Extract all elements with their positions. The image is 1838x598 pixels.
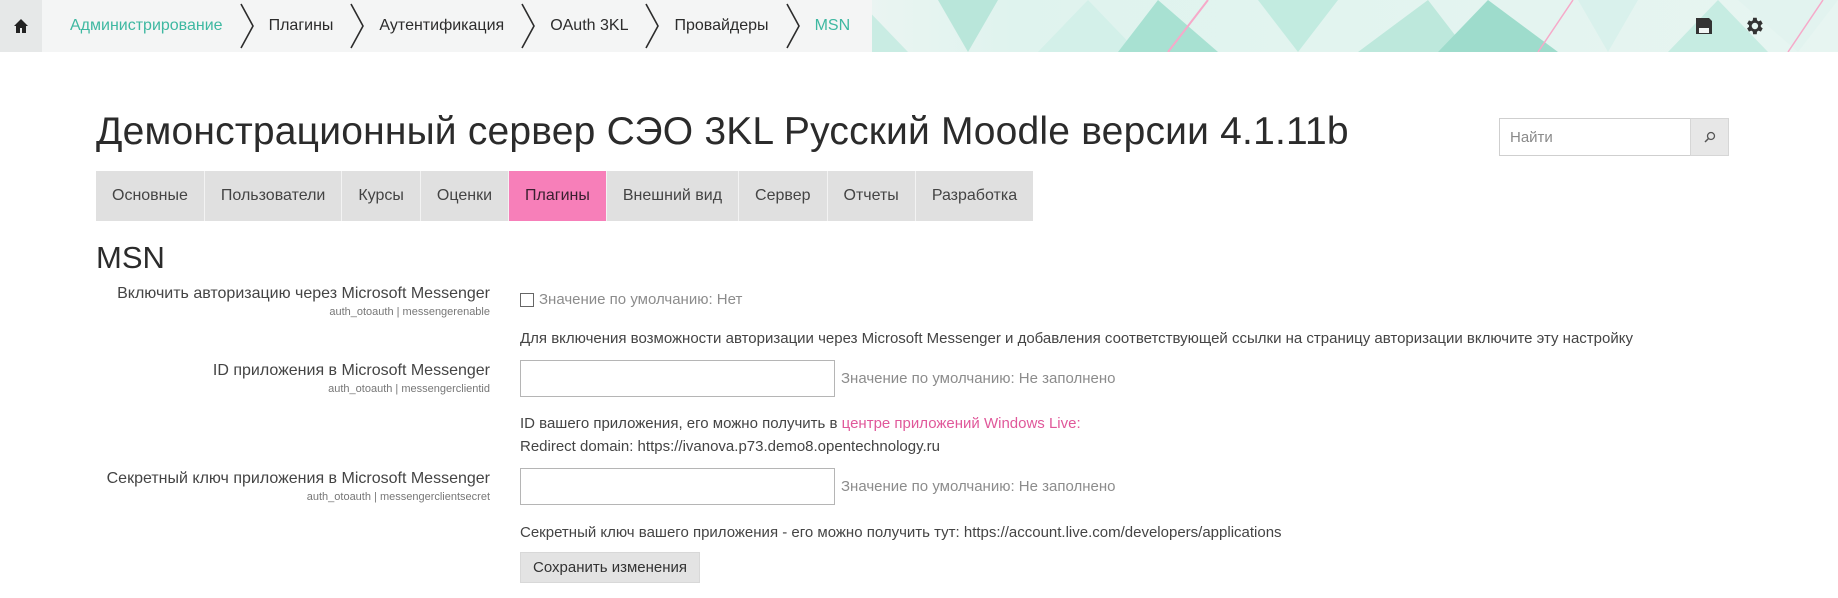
tab-item[interactable]: Курсы	[342, 171, 421, 221]
breadcrumb-separator-icon	[645, 3, 660, 49]
default-value: Значение по умолчанию: Не заполнено	[841, 370, 1116, 387]
home-button[interactable]	[0, 0, 42, 52]
tab-item[interactable]: Плагины	[509, 171, 607, 221]
enable-checkbox[interactable]	[520, 293, 534, 307]
breadcrumb: Администрирование Плагины Аутентификация OA…	[42, 0, 873, 52]
save-icon-button[interactable]	[1692, 14, 1716, 38]
tab-item[interactable]: Отчеты	[828, 171, 916, 221]
decorative-pattern	[738, 0, 1838, 52]
breadcrumb-item[interactable]: Провайдеры	[674, 17, 782, 35]
breadcrumb-separator-icon	[785, 3, 800, 49]
top-navbar: Администрирование Плагины Аутентификация OA…	[0, 0, 1838, 52]
tab-item[interactable]: Пользователи	[205, 171, 343, 221]
client-id-input[interactable]	[520, 360, 835, 397]
setting-key: auth_otoauth | messengerenable	[329, 306, 490, 318]
redirect-domain: Redirect domain: https://ivanova.p73.dem…	[520, 438, 940, 455]
search-button[interactable]	[1690, 118, 1729, 156]
windows-live-link[interactable]: центре приложений Windows Live:	[842, 415, 1081, 432]
setting-key: auth_otoauth | messengerclientid	[328, 383, 490, 395]
home-icon	[14, 19, 28, 33]
breadcrumb-item[interactable]: Администрирование	[42, 17, 237, 35]
site-title: Демонстрационный сервер СЭО 3KL Русский …	[96, 110, 1349, 153]
breadcrumb-separator-icon	[521, 3, 536, 49]
tab-item[interactable]: Оценки	[421, 171, 510, 221]
section-title: MSN	[96, 240, 165, 275]
floppy-disk-icon	[1696, 18, 1712, 34]
default-value: Значение по умолчанию: Нет	[539, 291, 743, 308]
description-text: ID вашего приложения, его можно получить…	[520, 415, 842, 432]
tab-item[interactable]: Внешний вид	[607, 171, 740, 221]
breadcrumb-separator-icon	[239, 3, 254, 49]
save-changes-button[interactable]: Сохранить изменения	[520, 552, 701, 583]
tab-item[interactable]: Разработка	[916, 171, 1033, 221]
default-value: Значение по умолчанию: Не заполнено	[841, 478, 1116, 495]
tab-item[interactable]: Основные	[96, 171, 205, 221]
setting-description: Секретный ключ вашего приложения - его м…	[520, 524, 1282, 541]
breadcrumb-item[interactable]: Аутентификация	[379, 17, 518, 35]
admin-tabs: Основные Пользователи Курсы Оценки Плагины Вн…	[96, 171, 1034, 221]
breadcrumb-separator-icon	[350, 3, 365, 49]
breadcrumb-item[interactable]: MSN	[815, 17, 865, 35]
setting-description: Для включения возможности авторизации че…	[520, 330, 1633, 347]
setting-label: Секретный ключ приложения в Microsoft Me…	[106, 470, 490, 487]
setting-label: ID приложения в Microsoft Messenger	[212, 362, 490, 379]
search-icon	[1703, 131, 1715, 143]
client-secret-input[interactable]	[520, 468, 835, 505]
breadcrumb-item[interactable]: Плагины	[269, 17, 348, 35]
settings-button[interactable]	[1742, 14, 1766, 38]
tab-item[interactable]: Сервер	[739, 171, 828, 221]
setting-label-client-id: ID приложения в Microsoft Messenger auth…	[213, 362, 490, 395]
setting-label-enable: Включить авторизацию через Microsoft Mes…	[117, 285, 490, 318]
setting-key: auth_otoauth | messengerclientsecret	[306, 491, 490, 503]
setting-description: ID вашего приложения, его можно получить…	[520, 415, 1081, 432]
gear-icon	[1747, 17, 1763, 35]
search-input[interactable]	[1499, 118, 1691, 156]
setting-label: Включить авторизацию через Microsoft Mes…	[117, 285, 490, 302]
setting-label-client-secret: Секретный ключ приложения в Microsoft Me…	[107, 470, 490, 503]
breadcrumb-item[interactable]: OAuth 3KL	[550, 17, 642, 35]
